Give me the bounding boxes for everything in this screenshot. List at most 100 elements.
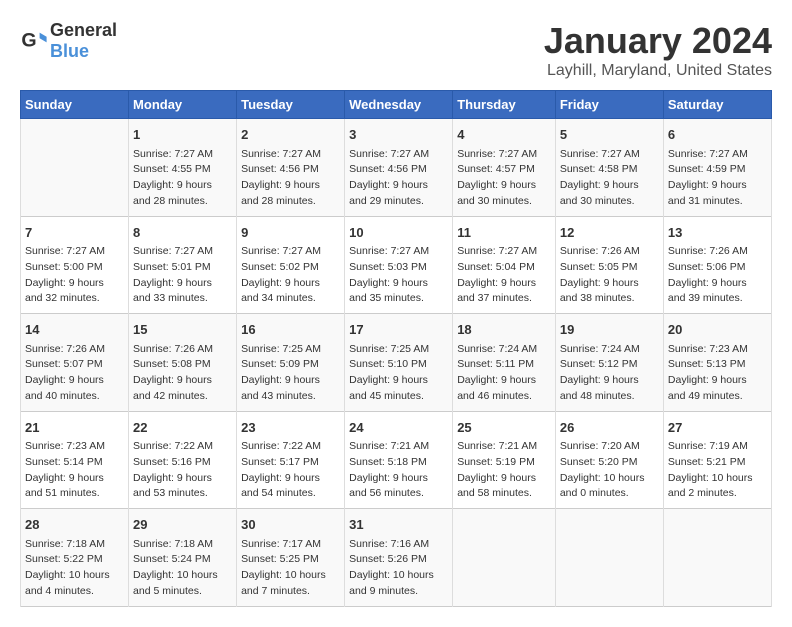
calendar-cell: 15Sunrise: 7:26 AM Sunset: 5:08 PM Dayli… — [129, 314, 237, 412]
day-number: 16 — [241, 320, 340, 340]
logo: G General Blue — [20, 20, 117, 62]
calendar-cell: 13Sunrise: 7:26 AM Sunset: 5:06 PM Dayli… — [663, 216, 771, 314]
calendar-cell: 28Sunrise: 7:18 AM Sunset: 5:22 PM Dayli… — [21, 509, 129, 607]
day-info: Sunrise: 7:22 AM Sunset: 5:17 PM Dayligh… — [241, 439, 340, 502]
calendar-cell: 3Sunrise: 7:27 AM Sunset: 4:56 PM Daylig… — [345, 119, 453, 217]
day-number: 28 — [25, 515, 124, 535]
calendar-cell: 10Sunrise: 7:27 AM Sunset: 5:03 PM Dayli… — [345, 216, 453, 314]
calendar-body: 1Sunrise: 7:27 AM Sunset: 4:55 PM Daylig… — [21, 119, 772, 607]
day-number: 8 — [133, 223, 232, 243]
calendar-cell: 1Sunrise: 7:27 AM Sunset: 4:55 PM Daylig… — [129, 119, 237, 217]
calendar-table: SundayMondayTuesdayWednesdayThursdayFrid… — [20, 90, 772, 607]
calendar-cell: 5Sunrise: 7:27 AM Sunset: 4:58 PM Daylig… — [555, 119, 663, 217]
day-info: Sunrise: 7:27 AM Sunset: 4:56 PM Dayligh… — [241, 147, 340, 210]
day-info: Sunrise: 7:27 AM Sunset: 5:04 PM Dayligh… — [457, 244, 551, 307]
day-number: 26 — [560, 418, 659, 438]
day-info: Sunrise: 7:23 AM Sunset: 5:14 PM Dayligh… — [25, 439, 124, 502]
header-tuesday: Tuesday — [237, 91, 345, 119]
day-info: Sunrise: 7:27 AM Sunset: 4:56 PM Dayligh… — [349, 147, 448, 210]
logo-general: General — [50, 20, 117, 40]
calendar-cell: 12Sunrise: 7:26 AM Sunset: 5:05 PM Dayli… — [555, 216, 663, 314]
day-number: 12 — [560, 223, 659, 243]
calendar-cell: 18Sunrise: 7:24 AM Sunset: 5:11 PM Dayli… — [453, 314, 556, 412]
logo-blue: Blue — [50, 41, 89, 61]
calendar-cell: 23Sunrise: 7:22 AM Sunset: 5:17 PM Dayli… — [237, 411, 345, 509]
day-number: 20 — [668, 320, 767, 340]
day-number: 7 — [25, 223, 124, 243]
calendar-cell: 26Sunrise: 7:20 AM Sunset: 5:20 PM Dayli… — [555, 411, 663, 509]
day-info: Sunrise: 7:17 AM Sunset: 5:25 PM Dayligh… — [241, 537, 340, 600]
month-title: January 2024 — [544, 20, 772, 62]
day-info: Sunrise: 7:18 AM Sunset: 5:24 PM Dayligh… — [133, 537, 232, 600]
header-friday: Friday — [555, 91, 663, 119]
day-number: 21 — [25, 418, 124, 438]
header-sunday: Sunday — [21, 91, 129, 119]
day-info: Sunrise: 7:22 AM Sunset: 5:16 PM Dayligh… — [133, 439, 232, 502]
title-area: January 2024 Layhill, Maryland, United S… — [544, 20, 772, 80]
day-info: Sunrise: 7:27 AM Sunset: 4:58 PM Dayligh… — [560, 147, 659, 210]
calendar-cell — [21, 119, 129, 217]
day-info: Sunrise: 7:16 AM Sunset: 5:26 PM Dayligh… — [349, 537, 448, 600]
day-number: 14 — [25, 320, 124, 340]
calendar-header-row: SundayMondayTuesdayWednesdayThursdayFrid… — [21, 91, 772, 119]
day-number: 19 — [560, 320, 659, 340]
page-header: G General Blue January 2024 Layhill, Mar… — [20, 20, 772, 80]
day-number: 1 — [133, 125, 232, 145]
header-wednesday: Wednesday — [345, 91, 453, 119]
day-number: 17 — [349, 320, 448, 340]
day-info: Sunrise: 7:27 AM Sunset: 4:55 PM Dayligh… — [133, 147, 232, 210]
day-number: 5 — [560, 125, 659, 145]
calendar-cell: 24Sunrise: 7:21 AM Sunset: 5:18 PM Dayli… — [345, 411, 453, 509]
day-info: Sunrise: 7:24 AM Sunset: 5:11 PM Dayligh… — [457, 342, 551, 405]
calendar-cell — [453, 509, 556, 607]
day-info: Sunrise: 7:25 AM Sunset: 5:09 PM Dayligh… — [241, 342, 340, 405]
calendar-cell: 2Sunrise: 7:27 AM Sunset: 4:56 PM Daylig… — [237, 119, 345, 217]
location: Layhill, Maryland, United States — [544, 62, 772, 80]
day-info: Sunrise: 7:26 AM Sunset: 5:08 PM Dayligh… — [133, 342, 232, 405]
logo-text: General Blue — [50, 20, 117, 62]
day-number: 11 — [457, 223, 551, 243]
calendar-cell: 31Sunrise: 7:16 AM Sunset: 5:26 PM Dayli… — [345, 509, 453, 607]
day-info: Sunrise: 7:27 AM Sunset: 5:01 PM Dayligh… — [133, 244, 232, 307]
calendar-cell: 30Sunrise: 7:17 AM Sunset: 5:25 PM Dayli… — [237, 509, 345, 607]
calendar-cell: 16Sunrise: 7:25 AM Sunset: 5:09 PM Dayli… — [237, 314, 345, 412]
day-number: 6 — [668, 125, 767, 145]
day-number: 18 — [457, 320, 551, 340]
calendar-cell: 17Sunrise: 7:25 AM Sunset: 5:10 PM Dayli… — [345, 314, 453, 412]
calendar-cell: 19Sunrise: 7:24 AM Sunset: 5:12 PM Dayli… — [555, 314, 663, 412]
day-info: Sunrise: 7:26 AM Sunset: 5:07 PM Dayligh… — [25, 342, 124, 405]
svg-text:G: G — [21, 30, 36, 52]
day-number: 27 — [668, 418, 767, 438]
day-info: Sunrise: 7:18 AM Sunset: 5:22 PM Dayligh… — [25, 537, 124, 600]
calendar-cell: 20Sunrise: 7:23 AM Sunset: 5:13 PM Dayli… — [663, 314, 771, 412]
logo-icon: G — [20, 27, 48, 55]
week-row-3: 21Sunrise: 7:23 AM Sunset: 5:14 PM Dayli… — [21, 411, 772, 509]
day-info: Sunrise: 7:23 AM Sunset: 5:13 PM Dayligh… — [668, 342, 767, 405]
calendar-cell — [555, 509, 663, 607]
week-row-1: 7Sunrise: 7:27 AM Sunset: 5:00 PM Daylig… — [21, 216, 772, 314]
day-number: 23 — [241, 418, 340, 438]
week-row-4: 28Sunrise: 7:18 AM Sunset: 5:22 PM Dayli… — [21, 509, 772, 607]
week-row-2: 14Sunrise: 7:26 AM Sunset: 5:07 PM Dayli… — [21, 314, 772, 412]
day-info: Sunrise: 7:27 AM Sunset: 5:02 PM Dayligh… — [241, 244, 340, 307]
day-info: Sunrise: 7:27 AM Sunset: 4:59 PM Dayligh… — [668, 147, 767, 210]
calendar-cell: 29Sunrise: 7:18 AM Sunset: 5:24 PM Dayli… — [129, 509, 237, 607]
day-number: 15 — [133, 320, 232, 340]
calendar-cell: 22Sunrise: 7:22 AM Sunset: 5:16 PM Dayli… — [129, 411, 237, 509]
day-number: 3 — [349, 125, 448, 145]
day-info: Sunrise: 7:26 AM Sunset: 5:06 PM Dayligh… — [668, 244, 767, 307]
day-info: Sunrise: 7:21 AM Sunset: 5:19 PM Dayligh… — [457, 439, 551, 502]
day-number: 30 — [241, 515, 340, 535]
day-number: 10 — [349, 223, 448, 243]
day-info: Sunrise: 7:27 AM Sunset: 5:03 PM Dayligh… — [349, 244, 448, 307]
week-row-0: 1Sunrise: 7:27 AM Sunset: 4:55 PM Daylig… — [21, 119, 772, 217]
day-info: Sunrise: 7:21 AM Sunset: 5:18 PM Dayligh… — [349, 439, 448, 502]
calendar-cell: 21Sunrise: 7:23 AM Sunset: 5:14 PM Dayli… — [21, 411, 129, 509]
calendar-cell: 14Sunrise: 7:26 AM Sunset: 5:07 PM Dayli… — [21, 314, 129, 412]
day-info: Sunrise: 7:24 AM Sunset: 5:12 PM Dayligh… — [560, 342, 659, 405]
day-number: 29 — [133, 515, 232, 535]
calendar-cell — [663, 509, 771, 607]
day-info: Sunrise: 7:19 AM Sunset: 5:21 PM Dayligh… — [668, 439, 767, 502]
day-number: 13 — [668, 223, 767, 243]
day-info: Sunrise: 7:26 AM Sunset: 5:05 PM Dayligh… — [560, 244, 659, 307]
